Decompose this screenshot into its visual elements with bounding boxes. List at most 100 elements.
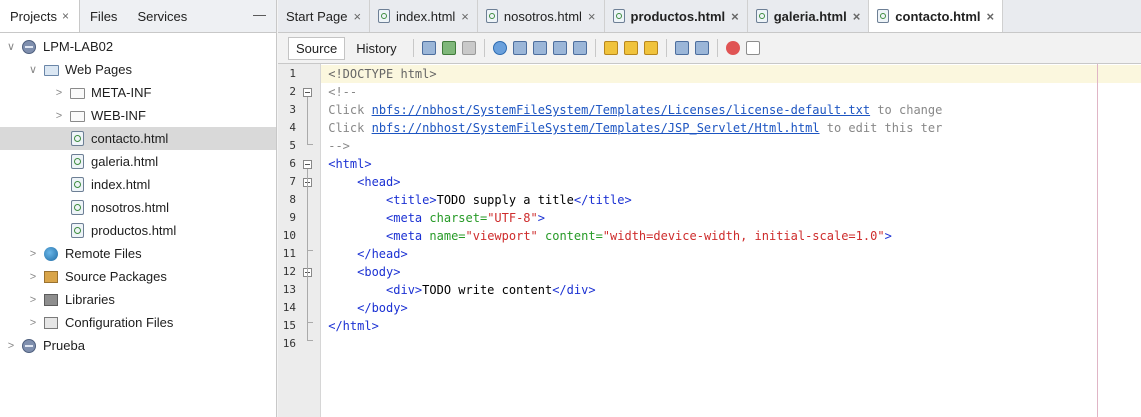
tab-start-page[interactable]: Start Page × — [278, 0, 371, 32]
chevron-right-icon[interactable]: > — [52, 87, 66, 99]
tab-projects[interactable]: Projects × — [0, 0, 80, 32]
tree-node-web-inf[interactable]: > WEB-INF — [0, 104, 276, 127]
source-button[interactable]: Source — [288, 36, 346, 60]
panel-tab-bar: Projects × Files Services — — [0, 0, 276, 33]
tree-node-prueba[interactable]: > Prueba — [0, 334, 276, 357]
line-number: 3 — [289, 103, 296, 116]
tag-token: <body> — [357, 265, 401, 279]
find-previous-icon[interactable] — [512, 41, 527, 55]
tree-node-web-pages[interactable]: ∨ Web Pages — [0, 58, 276, 81]
find-next-icon[interactable] — [532, 41, 547, 55]
tree-node-galeria-html[interactable]: galeria.html — [0, 150, 276, 173]
close-icon[interactable]: × — [62, 9, 69, 23]
tree-node-nosotros-html[interactable]: nosotros.html — [0, 196, 276, 219]
record-macro-icon[interactable] — [725, 41, 740, 55]
tab-nosotros-html[interactable]: nosotros.html × — [478, 0, 605, 32]
tree-node-index-html[interactable]: index.html — [0, 173, 276, 196]
tab-label: galeria.html — [773, 8, 847, 24]
chevron-right-icon[interactable]: > — [52, 110, 66, 122]
tag-token: </html> — [328, 319, 379, 333]
chevron-down-icon[interactable]: ∨ — [4, 40, 18, 53]
close-icon[interactable]: × — [987, 9, 995, 24]
line-number: 11 — [282, 247, 296, 260]
minimize-icon[interactable]: — — [253, 7, 266, 22]
forward-icon[interactable] — [461, 41, 476, 55]
chevron-right-icon[interactable]: > — [4, 340, 18, 352]
code-line: <meta charset="UTF-8"> — [321, 209, 1141, 227]
shift-right-icon[interactable] — [694, 41, 709, 55]
close-icon[interactable]: × — [461, 9, 469, 24]
attribute-token: content= — [537, 229, 603, 243]
tag-token: <meta — [386, 229, 430, 243]
chevron-right-icon[interactable]: > — [26, 248, 40, 260]
fold-collapse-icon[interactable] — [303, 88, 312, 97]
line-number: 13 — [282, 283, 296, 296]
toggle-highlight-icon[interactable] — [552, 41, 567, 55]
template-link[interactable]: nbfs://nbhost/SystemFileSystem/Templates… — [372, 103, 871, 117]
history-button[interactable]: History — [349, 38, 403, 59]
html-file-icon — [378, 9, 391, 23]
close-icon[interactable]: × — [588, 9, 596, 24]
tab-services[interactable]: Services — [127, 0, 197, 32]
tab-label: Start Page — [286, 8, 348, 24]
tag-token: </body> — [357, 301, 408, 315]
toggle-bookmark-icon[interactable] — [643, 41, 658, 55]
line-number: 14 — [282, 301, 296, 314]
code-line: </body> — [321, 299, 1141, 317]
folder-icon — [69, 108, 85, 124]
tab-label: Files — [89, 8, 118, 24]
code-line: <!DOCTYPE html> — [321, 65, 1141, 83]
find-icon[interactable] — [492, 41, 507, 55]
next-bookmark-icon[interactable] — [623, 41, 638, 55]
close-icon[interactable]: × — [731, 9, 739, 24]
stop-macro-icon[interactable] — [745, 41, 760, 55]
tag-token: > — [537, 211, 545, 225]
tree-node-contacto-html[interactable]: contacto.html — [0, 127, 276, 150]
fold-collapse-icon[interactable] — [303, 160, 312, 169]
tab-files[interactable]: Files — [80, 0, 127, 32]
template-link[interactable]: nbfs://nbhost/SystemFileSystem/Templates… — [372, 121, 820, 135]
close-icon[interactable]: × — [353, 9, 361, 24]
code-line: Click nbfs://nbhost/SystemFileSystem/Tem… — [321, 101, 1141, 119]
close-icon[interactable]: × — [853, 9, 861, 24]
tree-node-label: Configuration Files — [65, 315, 174, 330]
projects-panel: Projects × Files Services — ∨ LPM-LAB02 … — [0, 0, 277, 417]
chevron-right-icon[interactable]: > — [26, 294, 40, 306]
html-file-icon — [69, 223, 85, 239]
tag-token: </title> — [573, 193, 632, 207]
tag-token: <head> — [357, 175, 401, 189]
tree-node-label: nosotros.html — [91, 200, 170, 215]
tree-node-meta-inf[interactable]: > META-INF — [0, 81, 276, 104]
line-number-gutter: 1 2 3 4 5 6 7 8 9 10 11 12 13 14 15 16 — [278, 64, 321, 417]
back-icon[interactable] — [441, 41, 456, 55]
tag-token: <meta — [386, 211, 430, 225]
html-file-icon — [69, 200, 85, 216]
tree-node-productos-html[interactable]: productos.html — [0, 219, 276, 242]
html-file-icon — [755, 9, 768, 23]
chevron-right-icon[interactable]: > — [26, 271, 40, 283]
code-text-area[interactable]: <!DOCTYPE html> <!-- Click nbfs://nbhost… — [321, 64, 1141, 417]
shift-left-icon[interactable] — [674, 41, 689, 55]
tree-node-source-packages[interactable]: > Source Packages — [0, 265, 276, 288]
value-token: "width=device-width, initial-scale=1.0" — [602, 229, 885, 243]
tab-label: Services — [137, 8, 188, 24]
tree-node-label: Web Pages — [65, 62, 132, 77]
tab-productos-html[interactable]: productos.html × — [605, 0, 748, 32]
tree-node-label: Remote Files — [65, 246, 142, 261]
tab-index-html[interactable]: index.html × — [370, 0, 478, 32]
code-editor[interactable]: 1 2 3 4 5 6 7 8 9 10 11 12 13 14 15 16 <… — [278, 64, 1141, 417]
tree-node-lpm-lab02[interactable]: ∨ LPM-LAB02 — [0, 35, 276, 58]
tab-contacto-html[interactable]: contacto.html × — [869, 0, 1004, 32]
fold-guide-end — [307, 144, 313, 145]
line-number: 2 — [289, 85, 296, 98]
config-files-icon — [43, 315, 59, 331]
toggle-rectangular-selection-icon[interactable] — [572, 41, 587, 55]
last-edit-icon[interactable] — [421, 41, 436, 55]
chevron-down-icon[interactable]: ∨ — [26, 63, 40, 76]
previous-bookmark-icon[interactable] — [603, 41, 618, 55]
tree-node-configuration-files[interactable]: > Configuration Files — [0, 311, 276, 334]
tab-galeria-html[interactable]: galeria.html × — [748, 0, 870, 32]
tree-node-remote-files[interactable]: > Remote Files — [0, 242, 276, 265]
tree-node-libraries[interactable]: > Libraries — [0, 288, 276, 311]
chevron-right-icon[interactable]: > — [26, 317, 40, 329]
